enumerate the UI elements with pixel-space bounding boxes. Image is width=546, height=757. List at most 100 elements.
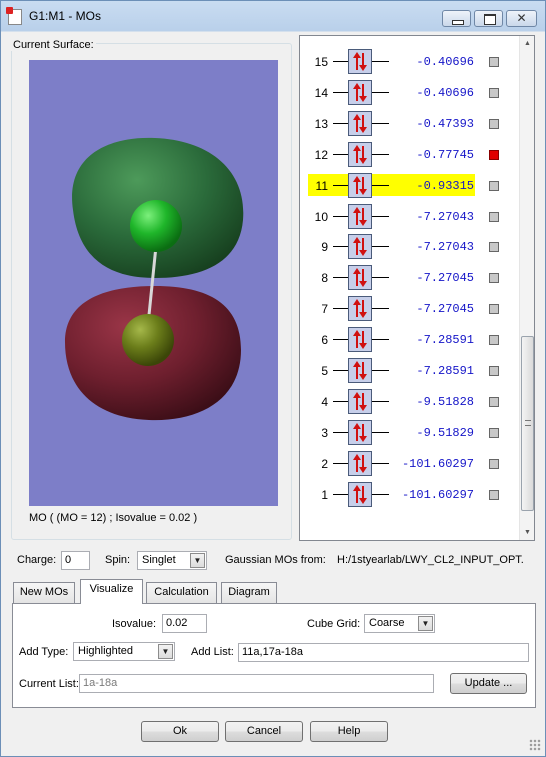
tab-calculation[interactable]: Calculation — [146, 582, 217, 603]
scroll-up-icon[interactable]: ▲ — [520, 36, 535, 51]
mo-toggle-box[interactable] — [489, 489, 499, 500]
electron-pair-icon[interactable] — [348, 234, 372, 260]
tab-new-mos[interactable]: New MOs — [13, 582, 75, 603]
cube-grid-select[interactable]: Coarse ▼ — [364, 614, 435, 633]
mo-energy: -101.60297 — [401, 487, 474, 502]
mo-toggle-box[interactable] — [489, 211, 499, 222]
mo-toggle-box[interactable] — [489, 149, 499, 160]
mo-energy: -7.27043 — [416, 209, 474, 224]
source-label: Gaussian MOs from: — [225, 554, 326, 566]
mo-number: 5 — [321, 364, 328, 378]
mo-toggle-box[interactable] — [489, 273, 499, 284]
close-icon: ✕ — [516, 11, 527, 25]
close-button[interactable]: ✕ — [506, 10, 537, 27]
electron-pair-icon[interactable] — [348, 419, 372, 445]
mo-energy: -0.40696 — [416, 85, 474, 100]
level-line — [333, 370, 348, 371]
electron-pair-icon[interactable] — [348, 265, 372, 291]
electron-pair-icon[interactable] — [348, 296, 372, 322]
mo-toggle-box[interactable] — [489, 242, 499, 253]
add-list-field[interactable]: 11a,17a-18a — [238, 643, 529, 662]
electron-pair-icon[interactable] — [348, 327, 372, 353]
level-line — [333, 277, 348, 279]
chevron-down-icon: ▼ — [418, 616, 433, 631]
mo-toggle-box[interactable] — [489, 180, 499, 191]
mo-window: G1:M1 - MOs ✕ Current Surface: MO ((MO … — [0, 0, 546, 757]
mo-toggle-box[interactable] — [489, 366, 499, 376]
electron-pair-icon[interactable] — [348, 481, 372, 507]
chlorine-atom-bottom — [122, 314, 174, 366]
mo-row[interactable]: 12 -0.77745 — [300, 139, 520, 170]
charge-field[interactable]: 0 — [61, 551, 90, 570]
add-type-select[interactable]: Highlighted ▼ — [73, 642, 175, 661]
level-line — [333, 400, 348, 402]
help-button[interactable]: Help — [310, 721, 388, 742]
minimize-button[interactable] — [442, 10, 471, 27]
molecule-viewport[interactable] — [29, 60, 278, 506]
mo-toggle-box[interactable] — [489, 335, 499, 346]
mo-row[interactable]: 15 -0.40696 — [300, 46, 520, 77]
isovalue-field[interactable]: 0.02 — [162, 614, 207, 633]
cancel-button[interactable]: Cancel — [225, 721, 303, 742]
current-list-field[interactable]: 1a-18a — [79, 674, 434, 693]
charge-label: Charge: — [17, 554, 57, 566]
tab-diagram[interactable]: Diagram — [221, 582, 277, 603]
mo-row[interactable]: 13 -0.47393 — [300, 108, 520, 139]
electron-pair-icon[interactable] — [348, 79, 372, 105]
tab-visualize[interactable]: Visualize — [80, 579, 143, 604]
scroll-down-icon[interactable]: ▼ — [520, 525, 535, 540]
maximize-button[interactable] — [474, 10, 503, 27]
level-line — [333, 91, 348, 93]
mo-toggle-box[interactable] — [489, 458, 499, 469]
mo-row[interactable]: 10 -7.27043 — [300, 201, 520, 232]
mo-toggle-box[interactable] — [489, 396, 499, 407]
mo-number: 15 — [314, 55, 328, 69]
electron-pair-icon[interactable] — [348, 141, 372, 167]
electron-pair-icon[interactable] — [348, 110, 372, 136]
electron-pair-icon[interactable] — [348, 172, 372, 198]
update-button[interactable]: Update ... — [450, 673, 527, 694]
mo-row[interactable]: 2 -101.60297 — [300, 448, 520, 479]
mo-toggle-box[interactable] — [489, 427, 499, 438]
electron-pair-icon[interactable] — [348, 450, 372, 476]
mo-number: 14 — [314, 85, 328, 100]
grip-icon — [525, 420, 531, 426]
ok-button[interactable]: Ok — [141, 721, 219, 742]
mo-row[interactable]: 14 -0.40696 — [300, 77, 520, 108]
mo-energy: -7.27045 — [416, 271, 474, 286]
mo-number: 3 — [321, 425, 328, 440]
level-line — [333, 184, 348, 186]
spin-select[interactable]: Singlet ▼ — [137, 551, 207, 570]
electron-pair-icon[interactable] — [348, 203, 372, 229]
electron-pair-icon[interactable] — [348, 49, 372, 74]
mo-row[interactable]: 4 -9.51828 — [300, 386, 520, 417]
mo-row[interactable]: 8 -7.27045 — [300, 262, 520, 293]
mo-row[interactable]: 1 -101.60297 — [300, 479, 520, 510]
mo-toggle-box[interactable] — [489, 57, 499, 67]
mo-row[interactable]: 11 -0.93315 — [300, 170, 520, 201]
mo-diagram-list[interactable]: 15 -0.40696 14 -0.40696 13 -0.47393 12 -0.77745… — [299, 35, 535, 541]
mo-list-scrollbar[interactable]: ▲ ▼ — [519, 36, 534, 540]
surface-caption: MO ( (MO = 12) ; Isovalue = 0.02 ) — [29, 512, 198, 524]
mo-row[interactable]: 9 -7.27043 — [300, 231, 520, 262]
chlorine-atom-top — [130, 200, 182, 252]
electron-pair-icon[interactable] — [348, 358, 372, 383]
current-list-label: Current List: — [19, 678, 79, 690]
electron-pair-icon[interactable] — [348, 388, 372, 414]
mo-row[interactable]: 3 -9.51829 — [300, 417, 520, 448]
level-line — [333, 246, 348, 248]
mo-toggle-box[interactable] — [489, 118, 499, 129]
mo-toggle-box[interactable] — [489, 304, 499, 315]
mo-number: 2 — [321, 456, 328, 471]
resize-grip-icon[interactable] — [529, 739, 541, 751]
mo-toggle-box[interactable] — [489, 87, 499, 98]
mo-number: 7 — [321, 302, 328, 317]
mo-energy: -7.27043 — [416, 240, 474, 255]
cube-grid-value: Coarse — [369, 617, 405, 629]
current-surface-legend: Current Surface: — [11, 39, 96, 51]
spin-value: Singlet — [142, 554, 176, 566]
scroll-thumb[interactable] — [521, 336, 534, 511]
mo-row[interactable]: 6 -7.28591 — [300, 324, 520, 355]
mo-row[interactable]: 7 -7.27045 — [300, 293, 520, 324]
mo-row[interactable]: 5 -7.28591 — [300, 355, 520, 386]
